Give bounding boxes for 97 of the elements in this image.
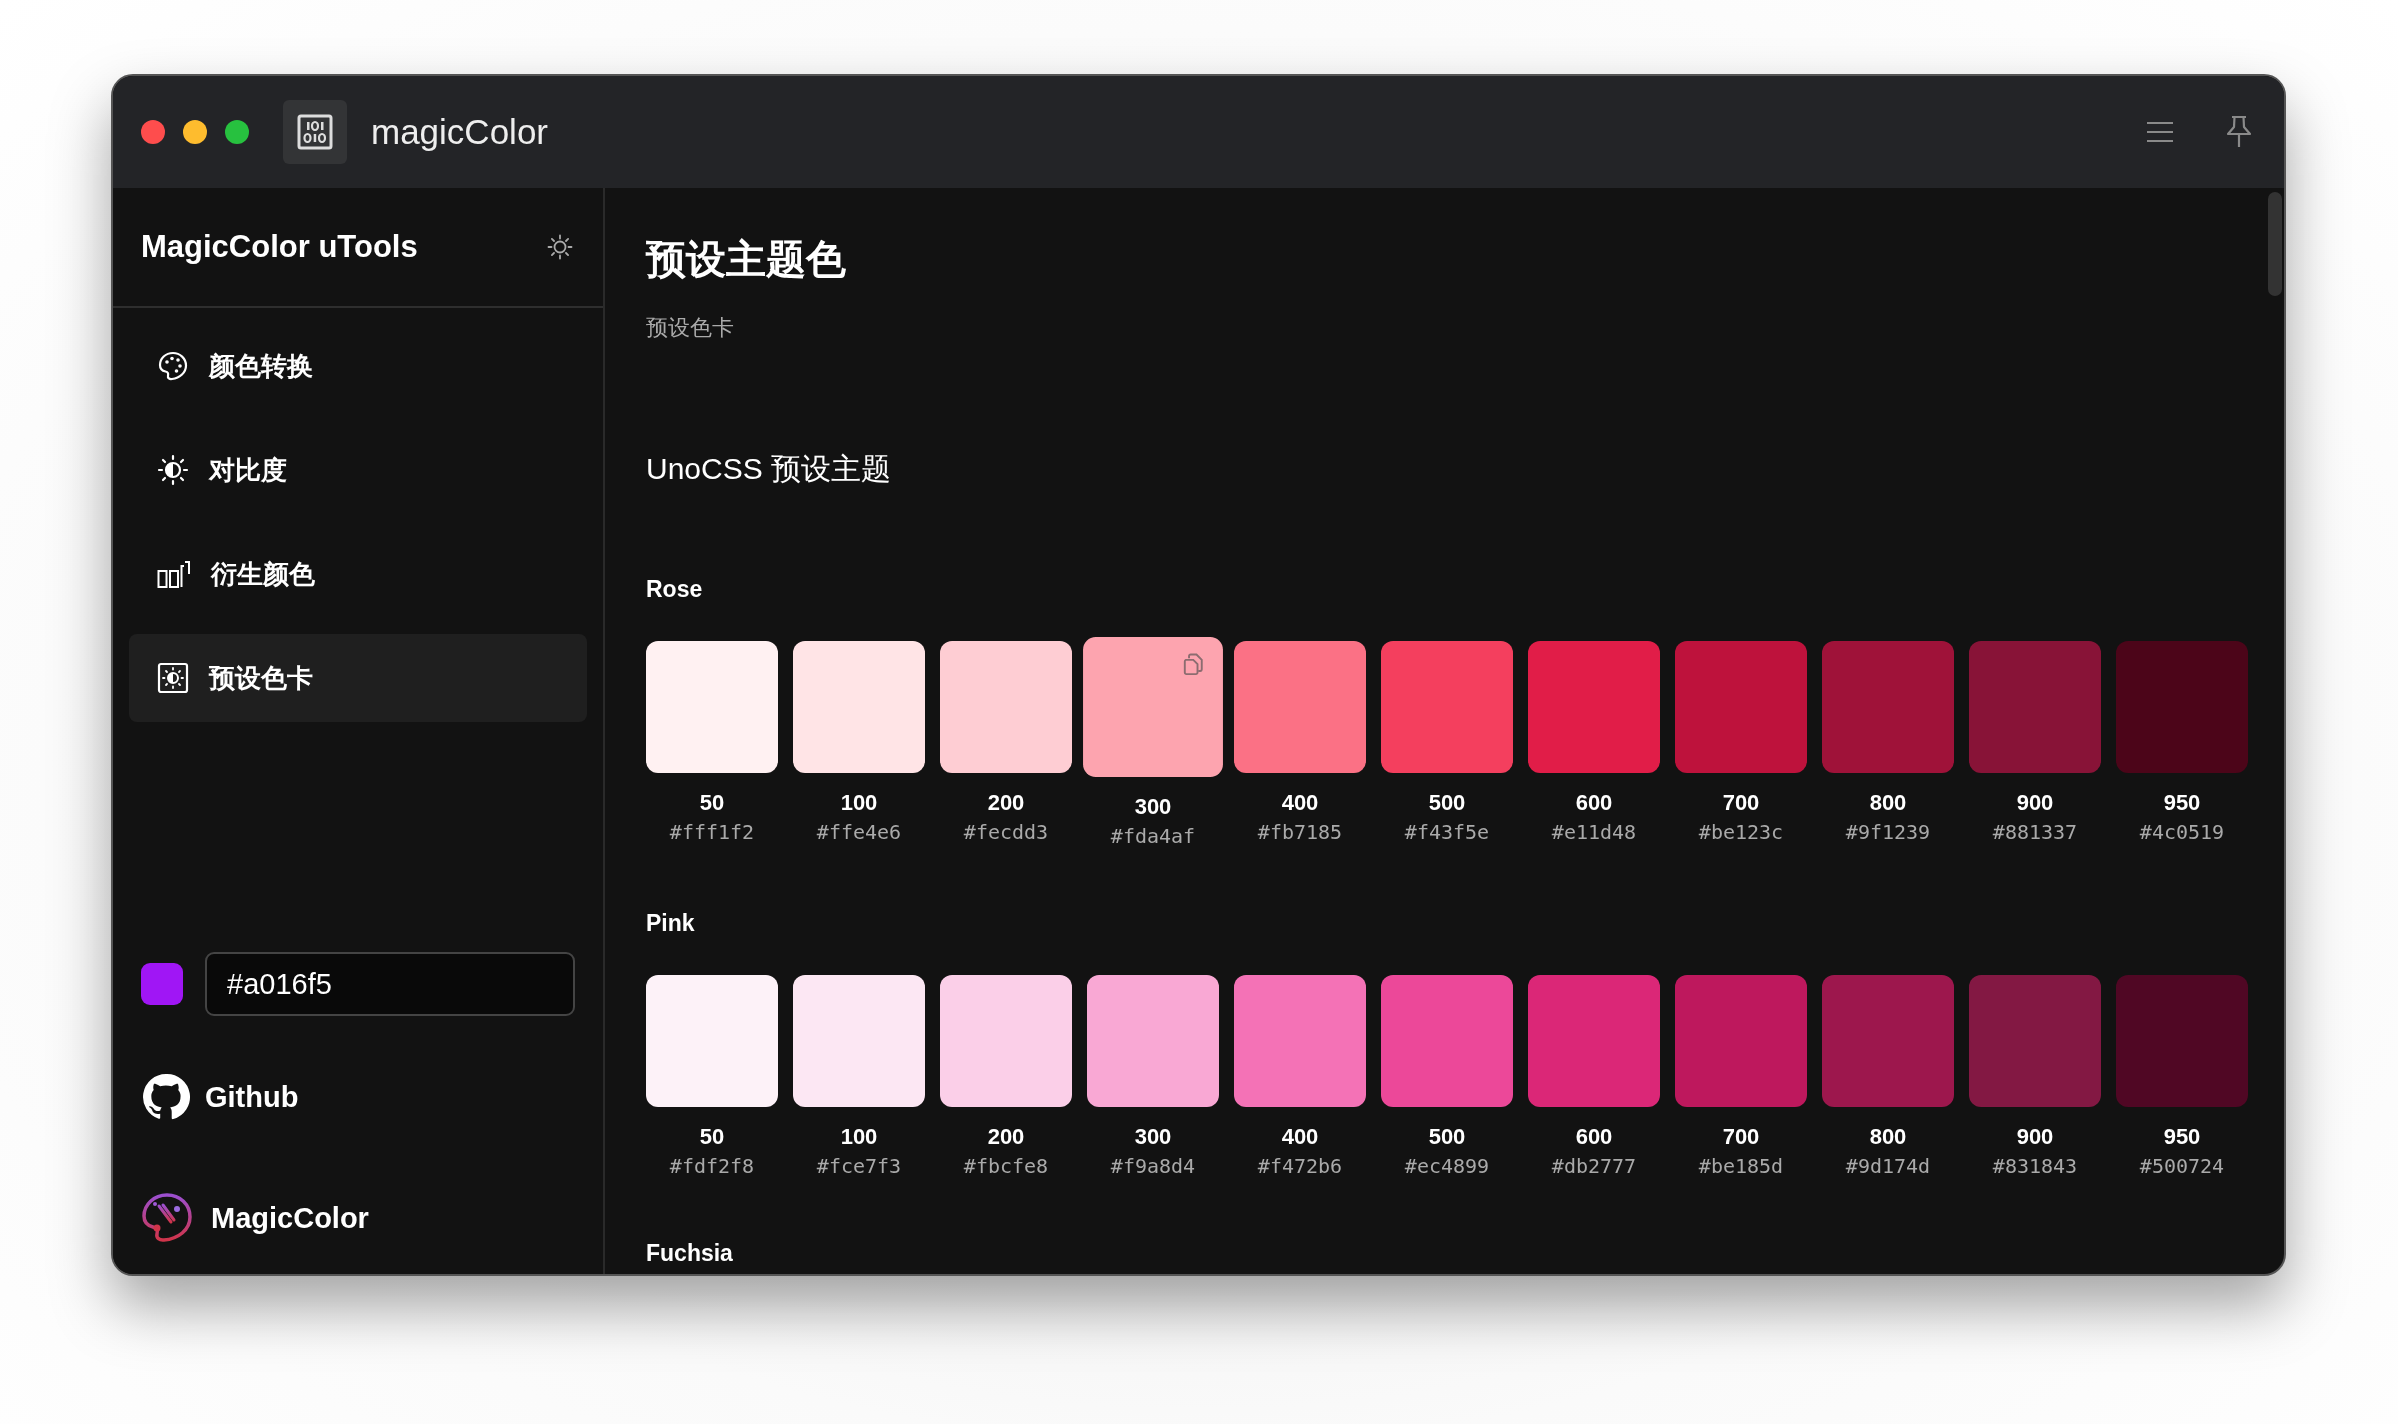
hex-code: #e11d48 — [1551, 820, 1637, 844]
shade-label: 100 — [840, 790, 878, 816]
nav-item[interactable]: 对比度 — [129, 426, 587, 514]
color-swatch[interactable] — [2116, 641, 2248, 773]
color-swatch[interactable] — [1969, 975, 2101, 1107]
hex-code: #fdf2f8 — [669, 1154, 755, 1178]
contrast-icon — [157, 454, 189, 486]
hex-code: #ffe4e6 — [816, 820, 902, 844]
shade-label: 900 — [2016, 790, 2054, 816]
color-swatch[interactable] — [2116, 975, 2248, 1107]
section-heading: UnoCSS 预设主题 — [646, 451, 892, 487]
hex-code: #f43f5e — [1404, 820, 1490, 844]
hex-code: #fecdd3 — [963, 820, 1049, 844]
close-button[interactable] — [141, 120, 165, 144]
nav-item[interactable]: 颜色转换 — [129, 322, 587, 410]
color-swatch[interactable] — [1528, 641, 1660, 773]
hex-code: #500724 — [2139, 1154, 2225, 1178]
hex-code: #ec4899 — [1404, 1154, 1490, 1178]
nav-item[interactable]: 衍生颜色 — [129, 530, 587, 618]
scrollbar-thumb[interactable] — [2268, 192, 2282, 296]
pin-icon[interactable] — [2226, 115, 2252, 149]
window-title: magicColor — [371, 112, 548, 152]
hex-code: #be185d — [1698, 1154, 1784, 1178]
shade-label: 50 — [699, 790, 725, 816]
hex-code: #db2777 — [1551, 1154, 1637, 1178]
color-swatch[interactable] — [1822, 975, 1954, 1107]
sidebar-link[interactable]: MagicColor — [141, 1192, 575, 1244]
minimize-button[interactable] — [183, 120, 207, 144]
color-swatch[interactable] — [1675, 975, 1807, 1107]
hex-code: #831843 — [1992, 1154, 2078, 1178]
color-swatch[interactable] — [1969, 641, 2101, 773]
hex-code: #fce7f3 — [816, 1154, 902, 1178]
page-subtitle: 预设色卡 — [646, 314, 734, 342]
color-swatch[interactable] — [646, 641, 778, 773]
shade-label: 300 — [1134, 794, 1172, 820]
shade-label: 800 — [1869, 1124, 1907, 1150]
shade-label: 100 — [840, 1124, 878, 1150]
theme-toggle-icon[interactable] — [547, 234, 573, 260]
color-input-field[interactable]: #a016f5 — [205, 952, 575, 1016]
hex-code: #fb7185 — [1257, 820, 1343, 844]
preset-icon — [157, 662, 189, 694]
shade-label: 600 — [1575, 1124, 1613, 1150]
shade-label: 700 — [1722, 1124, 1760, 1150]
color-swatch[interactable] — [1675, 641, 1807, 773]
hex-code: #f9a8d4 — [1110, 1154, 1196, 1178]
hex-code: #9d174d — [1845, 1154, 1931, 1178]
color-swatch[interactable] — [141, 963, 183, 1005]
github-icon — [141, 1072, 191, 1122]
sidebar-link[interactable]: Github — [141, 1072, 575, 1122]
color-swatch[interactable] — [646, 975, 778, 1107]
shade-label: 500 — [1428, 790, 1466, 816]
color-swatch[interactable] — [1528, 975, 1660, 1107]
zoom-button[interactable] — [225, 120, 249, 144]
hex-code: #4c0519 — [2139, 820, 2225, 844]
shade-label: 800 — [1869, 790, 1907, 816]
palette-name: Pink — [646, 910, 695, 937]
color-swatch[interactable] — [1083, 637, 1223, 777]
color-swatch[interactable] — [1381, 975, 1513, 1107]
shade-label: 200 — [987, 1124, 1025, 1150]
color-swatch[interactable] — [1234, 641, 1366, 773]
derive-icon — [157, 558, 191, 590]
hex-code: #be123c — [1698, 820, 1784, 844]
palette-logo-icon — [141, 1192, 193, 1244]
app-name: MagicColor uTools — [141, 229, 418, 265]
shade-label: 600 — [1575, 790, 1613, 816]
color-swatch[interactable] — [940, 641, 1072, 773]
app-icon — [283, 100, 347, 164]
hex-code: #fff1f2 — [669, 820, 755, 844]
shade-label: 300 — [1134, 1124, 1172, 1150]
color-swatch[interactable] — [940, 975, 1072, 1107]
shade-label: 400 — [1281, 1124, 1319, 1150]
hex-code: #f472b6 — [1257, 1154, 1343, 1178]
color-swatch[interactable] — [1822, 641, 1954, 773]
page-title: 预设主题色 — [646, 236, 846, 283]
shade-label: 700 — [1722, 790, 1760, 816]
palette-name: Fuchsia — [646, 1240, 733, 1267]
hex-code: #881337 — [1992, 820, 2078, 844]
color-swatch[interactable] — [1381, 641, 1513, 773]
palette-name: Rose — [646, 576, 703, 603]
palette-icon — [157, 350, 189, 382]
shade-label: 900 — [2016, 1124, 2054, 1150]
hex-code: #9f1239 — [1845, 820, 1931, 844]
menu-icon[interactable] — [2146, 121, 2174, 143]
hex-code: #fda4af — [1110, 824, 1196, 848]
nav-item[interactable]: 预设色卡 — [129, 634, 587, 722]
copy-icon[interactable] — [1182, 652, 1204, 677]
shade-label: 400 — [1281, 790, 1319, 816]
hex-code: #fbcfe8 — [963, 1154, 1049, 1178]
color-swatch[interactable] — [793, 641, 925, 773]
color-swatch[interactable] — [1234, 975, 1366, 1107]
shade-label: 500 — [1428, 1124, 1466, 1150]
color-swatch[interactable] — [793, 975, 925, 1107]
color-swatch[interactable] — [1087, 975, 1219, 1107]
shade-label: 950 — [2163, 1124, 2201, 1150]
shade-label: 50 — [699, 1124, 725, 1150]
shade-label: 200 — [987, 790, 1025, 816]
shade-label: 950 — [2163, 790, 2201, 816]
